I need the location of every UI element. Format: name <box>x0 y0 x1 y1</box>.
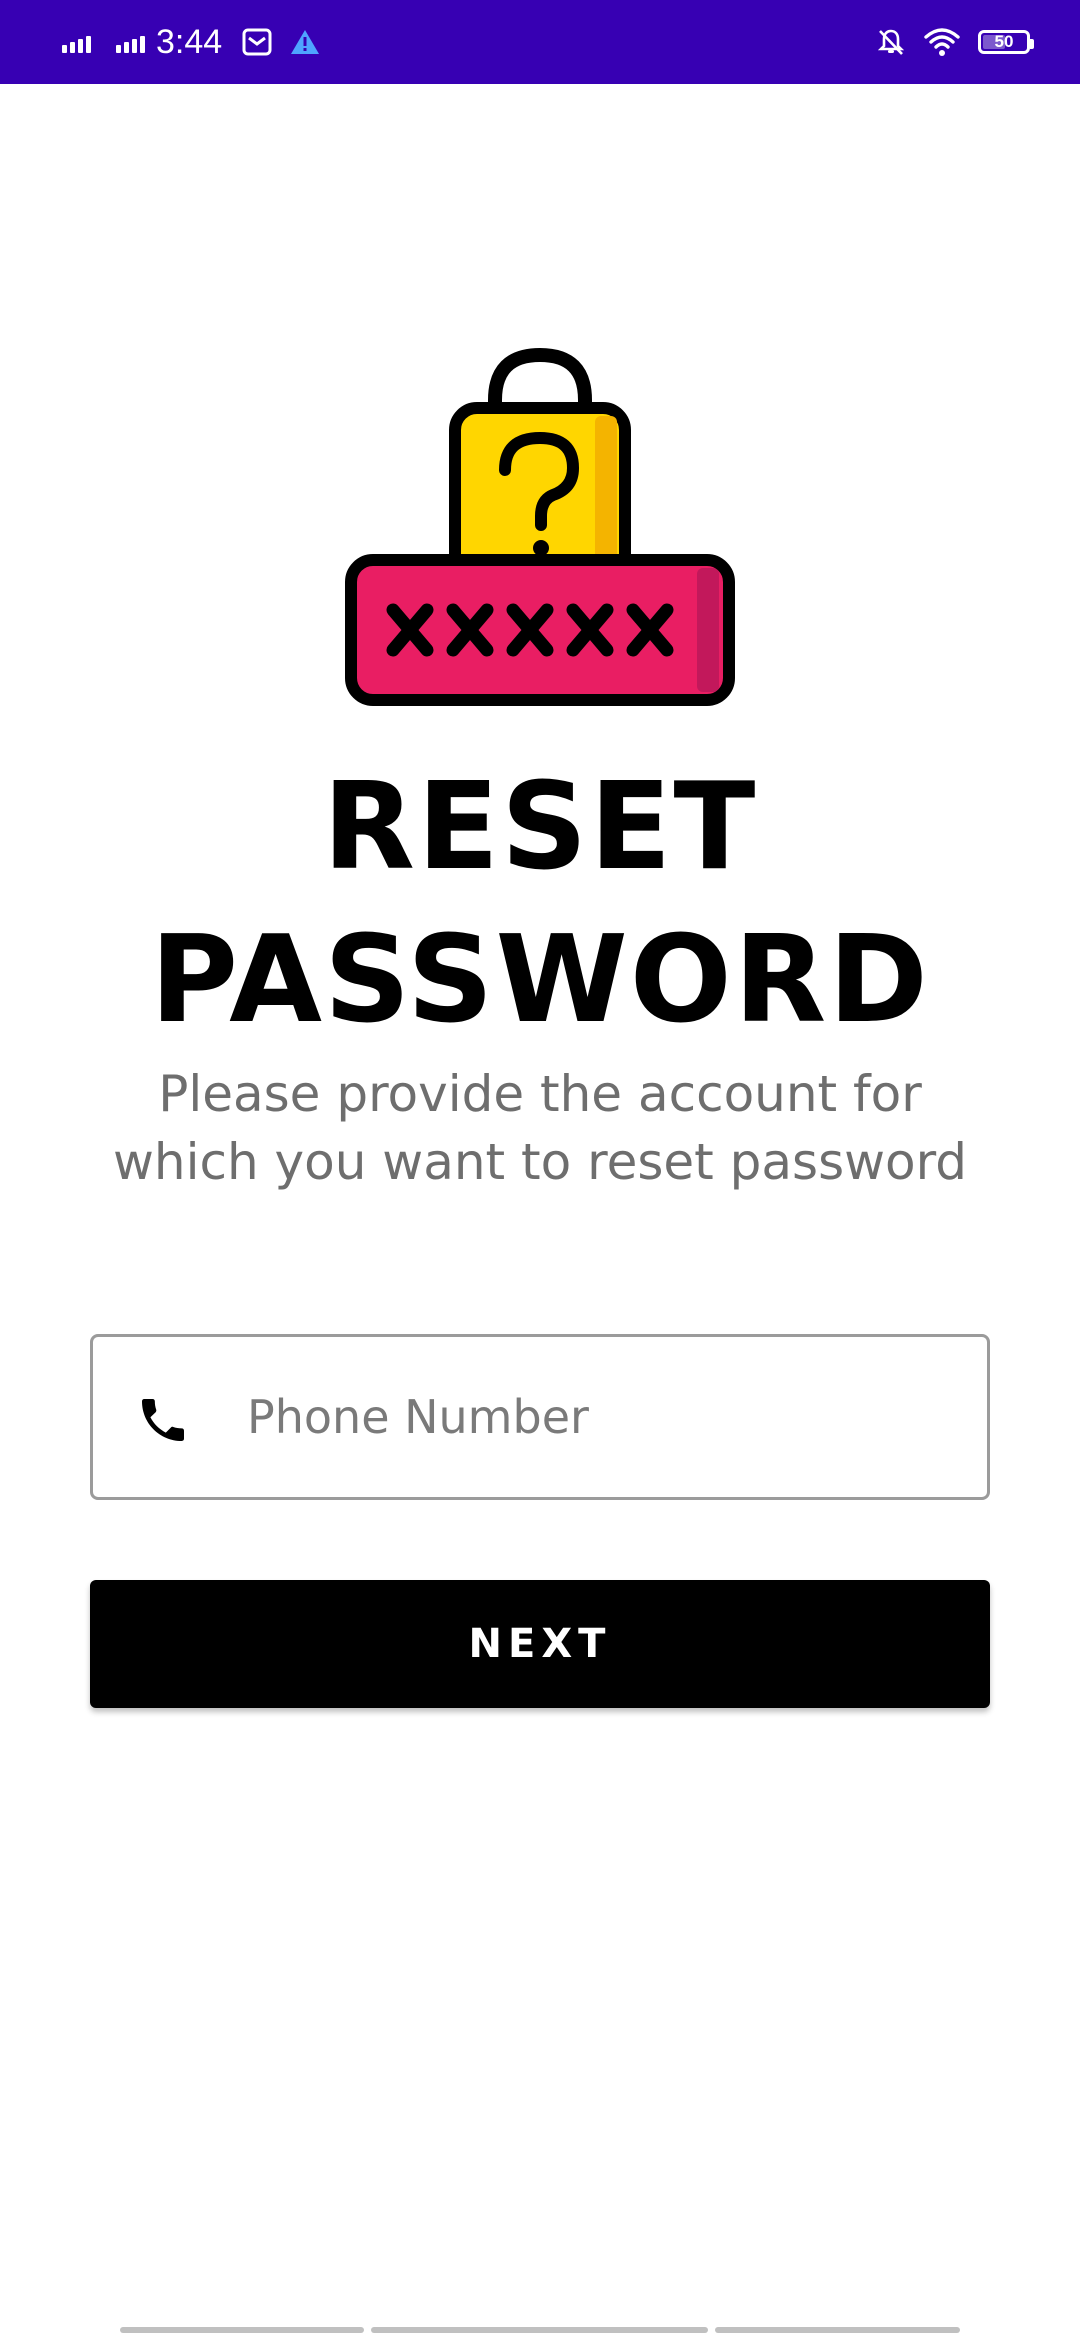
signal-icon <box>62 31 94 53</box>
page-subtitle: Please provide the account for which you… <box>112 1065 968 1191</box>
nav-gesture-bar <box>371 2327 708 2333</box>
alert-icon <box>290 29 320 55</box>
mute-icon <box>876 27 906 57</box>
signal-icon <box>116 31 148 53</box>
battery-icon: 50 <box>978 30 1034 54</box>
page-title-line2: PASSWORD <box>150 911 930 1050</box>
next-button[interactable]: NEXT <box>90 1580 990 1708</box>
padlock-illustration <box>345 347 735 706</box>
wifi-icon <box>924 27 960 57</box>
status-bar-right: 50 <box>876 0 1034 84</box>
nav-gesture-bar <box>120 2327 364 2333</box>
status-bar: 3:44 50 <box>0 0 1080 84</box>
status-bar-left: 3:44 <box>62 0 338 84</box>
page-title: RESET <box>322 758 758 897</box>
nav-gesture-bar <box>715 2327 960 2333</box>
status-time: 3:44 <box>156 22 223 61</box>
phone-number-field[interactable] <box>90 1334 990 1500</box>
battery-level: 50 <box>994 32 1014 51</box>
phone-icon <box>142 1399 184 1441</box>
email-icon <box>242 28 272 56</box>
phone-number-input[interactable] <box>247 1337 947 1497</box>
